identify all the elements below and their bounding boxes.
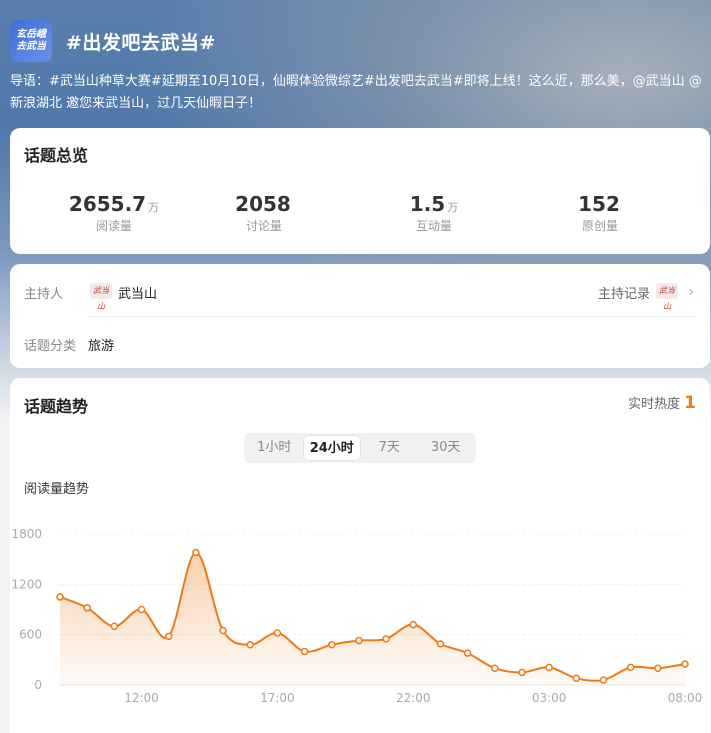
data-point[interactable]	[599, 676, 608, 684]
topic-logo: 玄岳峨 去武当	[10, 20, 52, 62]
divider	[88, 316, 696, 317]
data-point[interactable]	[681, 660, 689, 668]
y-tick-label: 600	[19, 628, 42, 642]
stat-read-count: 2655.7 万 阅读量	[68, 192, 160, 233]
data-point[interactable]	[300, 647, 309, 656]
data-point[interactable]	[355, 636, 363, 645]
topic-title: #出发吧去武当#	[66, 31, 216, 54]
y-tick-label: 1800	[11, 527, 42, 541]
x-tick-label: 08:00	[668, 691, 703, 705]
data-point[interactable]	[654, 664, 662, 672]
x-tick-label: 22:00	[396, 691, 431, 705]
data-point[interactable]	[110, 622, 119, 631]
data-point[interactable]	[273, 629, 282, 637]
data-point[interactable]	[219, 626, 227, 635]
data-point[interactable]	[518, 668, 526, 677]
chevron-right-icon[interactable]: ›	[688, 284, 694, 300]
host-name[interactable]: 武当山	[118, 283, 157, 302]
data-point[interactable]	[409, 620, 418, 629]
stat-original-count: 152 原创量	[578, 192, 620, 233]
topic-intro: 导语：#武当山种草大赛#延期至10月10日，仙暇体验微综艺#出发吧去武当#即将上…	[10, 74, 702, 111]
data-point[interactable]	[463, 649, 472, 657]
overview-title: 话题总览	[24, 146, 89, 165]
data-point[interactable]	[545, 663, 553, 672]
data-point[interactable]	[164, 632, 173, 641]
stat-discussion-count: 2058 讨论量	[235, 192, 291, 233]
x-tick-label: 17:00	[260, 691, 295, 705]
data-point[interactable]	[83, 604, 91, 612]
overview-card: 话题总览	[10, 128, 710, 254]
x-tick-label: 12:00	[124, 691, 159, 705]
read-trend-chart: 0 600 1200 1800 12:00 17:00 22:00 03:00 08:00	[11, 527, 703, 705]
host-avatar[interactable]: 武当山	[90, 283, 112, 311]
data-point[interactable]	[327, 640, 336, 649]
host-label: 主持人	[24, 287, 64, 302]
topic-header: 玄岳峨 去武当 #出发吧去武当#	[10, 20, 216, 62]
trend-area	[60, 552, 685, 685]
host-record-link[interactable]: 主持记录	[598, 283, 650, 302]
data-point[interactable]	[246, 640, 254, 649]
host-card: 主持人 武当山 武当山 主持记录 武当山 › 话题分类 旅游	[10, 264, 710, 368]
y-tick-label: 0	[34, 678, 42, 692]
data-point[interactable]	[436, 640, 445, 648]
data-point[interactable]	[137, 605, 146, 614]
data-point[interactable]	[192, 548, 200, 557]
data-point[interactable]	[382, 635, 390, 643]
x-tick-label: 03:00	[532, 691, 567, 705]
record-avatar[interactable]: 武当山	[656, 283, 678, 311]
data-point[interactable]	[626, 663, 635, 672]
data-point[interactable]	[56, 593, 64, 601]
data-point[interactable]	[491, 664, 499, 672]
stat-interaction-count: 1.5 万 互动量	[409, 192, 459, 233]
category-label: 话题分类	[24, 339, 77, 354]
category-value: 旅游	[88, 339, 115, 354]
trend-card: 话题趋势 实时热度 1 1小时 24小时 7天 30天 阅读量趋势 0 600 120…	[10, 378, 710, 733]
data-point[interactable]	[572, 674, 581, 683]
y-tick-label: 1200	[11, 577, 42, 591]
